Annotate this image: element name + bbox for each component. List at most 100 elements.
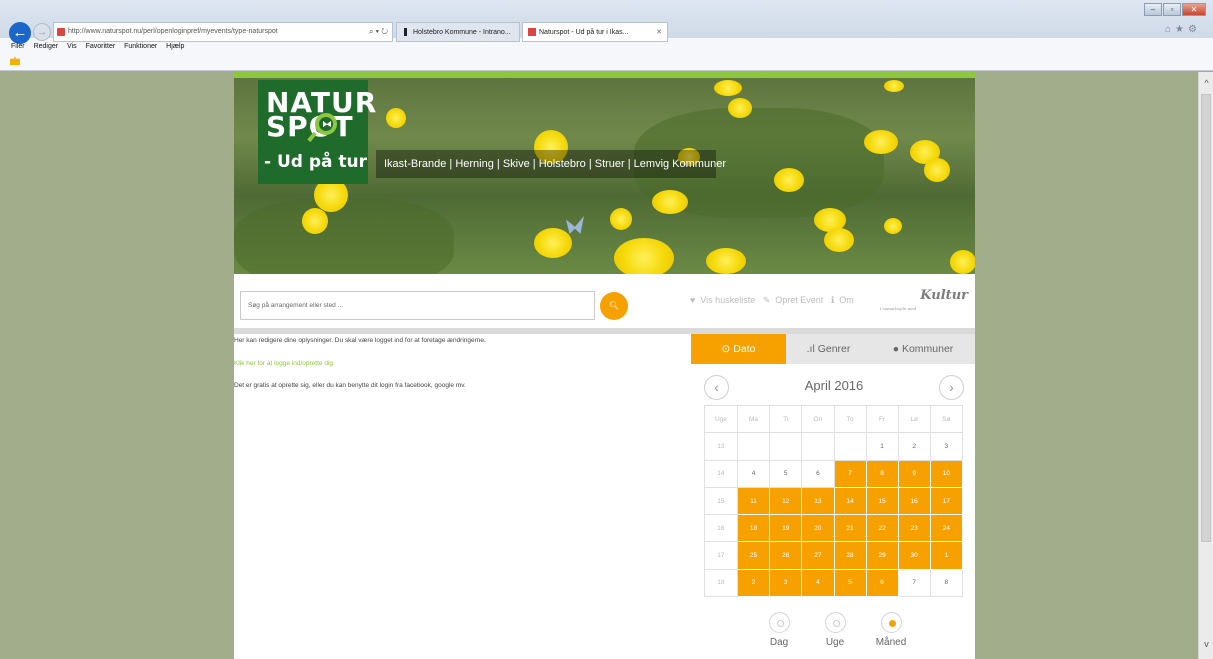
calendar-header: Ti xyxy=(769,404,803,434)
scroll-up-icon[interactable]: ^ xyxy=(1201,78,1212,88)
calendar-day[interactable]: 7 xyxy=(833,459,867,488)
forward-button[interactable]: → xyxy=(33,23,51,41)
calendar-day[interactable]: 1 xyxy=(929,541,964,570)
tab-genrer[interactable]: .ıl Genrer xyxy=(786,334,871,364)
calendar-day[interactable]: 10 xyxy=(929,459,964,488)
search-refresh-icon[interactable]: ⌕ ▾ ↻ xyxy=(369,23,388,41)
calendar-day[interactable]: 6 xyxy=(801,459,835,488)
calendar-day[interactable]: 24 xyxy=(929,514,964,543)
tab-dato[interactable]: ⊙ Dato xyxy=(691,334,786,364)
calendar-day[interactable]: 27 xyxy=(801,541,835,570)
site-favicon-icon xyxy=(57,28,65,36)
menu-bar: Filer Rediger Vis Favoritter Funktioner … xyxy=(0,40,1213,54)
calendar-day[interactable]: 16 xyxy=(897,486,931,516)
dandelion xyxy=(864,130,898,154)
maximize-button[interactable]: ▫ xyxy=(1163,3,1181,16)
view-maaned[interactable]: Måned xyxy=(866,612,916,648)
calendar-day[interactable]: 21 xyxy=(833,514,867,543)
kultur-tagline: i samarbejde med xyxy=(880,306,917,311)
view-dag[interactable]: Dag xyxy=(754,612,804,648)
radio-icon xyxy=(880,612,902,633)
calendar-day[interactable]: 3 xyxy=(769,568,803,598)
om-link[interactable]: Om xyxy=(839,295,854,305)
naturspot-logo[interactable]: NATUR SPOT - Ud på tur xyxy=(258,80,376,184)
calendar-week-row: 18 2 3 4 5 6 7 8 xyxy=(704,568,964,598)
calendar-day[interactable]: 28 xyxy=(833,541,867,570)
menu-hjaelp[interactable]: Hjælp xyxy=(166,43,184,50)
opret-event-link[interactable]: Opret Event xyxy=(775,295,823,305)
calendar-day[interactable]: 26 xyxy=(769,541,803,570)
favorites-star-icon[interactable] xyxy=(10,56,20,65)
menu-vis[interactable]: Vis xyxy=(67,43,77,50)
calendar-day[interactable]: 30 xyxy=(897,541,931,570)
calendar-day[interactable]: 5 xyxy=(833,568,867,598)
search-button[interactable]: 🔍︎ xyxy=(600,292,628,320)
minimize-button[interactable]: – xyxy=(1144,3,1162,16)
calendar-day[interactable]: 14 xyxy=(833,486,867,516)
calendar-day[interactable]: 18 xyxy=(736,514,771,543)
calendar-day[interactable]: 3 xyxy=(929,432,964,461)
address-url: http://www.naturspot.nu/perl/openloginpr… xyxy=(68,28,278,35)
browser-toolbar-icons[interactable]: ⌂★⚙ xyxy=(1165,24,1201,35)
huskeliste-link[interactable]: Vis huskeliste xyxy=(700,295,755,305)
next-month-button[interactable]: › xyxy=(939,375,964,400)
calendar-day[interactable]: 7 xyxy=(897,568,931,598)
month-title: April 2016 xyxy=(804,378,864,393)
week-number: 15 xyxy=(704,486,738,516)
hero-banner: NATUR SPOT - Ud på tur Ikast-Brande | He… xyxy=(234,78,975,274)
calendar-day[interactable]: 17 xyxy=(929,486,964,516)
dandelion xyxy=(884,218,902,234)
calendar-day[interactable]: 4 xyxy=(801,568,835,598)
calendar-day[interactable]: 29 xyxy=(865,541,899,570)
calendar-day[interactable]: 4 xyxy=(736,459,771,488)
calendar-day[interactable]: 8 xyxy=(929,568,964,598)
menu-filer[interactable]: Filer xyxy=(11,43,25,50)
calendar-day[interactable]: 22 xyxy=(865,514,899,543)
calendar-day[interactable]: 9 xyxy=(897,459,931,488)
view-uge[interactable]: Uge xyxy=(810,612,860,648)
menu-rediger[interactable]: Rediger xyxy=(34,43,59,50)
close-window-button[interactable]: ✕ xyxy=(1182,3,1206,16)
tab-kommuner[interactable]: ● Kommuner xyxy=(871,334,975,364)
search-input[interactable]: Søg på arrangement eller sted ... xyxy=(240,291,595,320)
view-uge-label: Uge xyxy=(825,637,845,648)
calendar-day[interactable]: 19 xyxy=(769,514,803,543)
scroll-down-icon[interactable]: v xyxy=(1201,639,1212,649)
calendar-day[interactable]: 20 xyxy=(801,514,835,543)
calendar-day[interactable]: 12 xyxy=(769,486,803,516)
browser-tab-intranet[interactable]: Holstebro Kommune - Intrano... xyxy=(396,22,520,42)
address-bar[interactable]: http://www.naturspot.nu/perl/openloginpr… xyxy=(53,22,393,42)
page-scrollbar[interactable]: ^ v xyxy=(1198,72,1213,659)
heart-icon: ♥ xyxy=(690,295,696,305)
calendar-day[interactable]: 11 xyxy=(736,486,771,516)
menu-funktioner[interactable]: Funktioner xyxy=(124,43,157,50)
browser-tab-naturspot[interactable]: Naturspot - Ud på tur i Ikas... ✕ xyxy=(522,22,668,42)
scroll-thumb[interactable] xyxy=(1201,94,1211,542)
month-navigation: ‹ April 2016 › xyxy=(704,375,964,401)
dandelion xyxy=(728,98,752,118)
calendar-day[interactable]: 23 xyxy=(897,514,931,543)
calendar-header-row: Uge Ma Ti On To Fr Lø Sø xyxy=(704,404,964,434)
calendar-day[interactable]: 6 xyxy=(865,568,899,598)
radio-icon xyxy=(768,612,790,633)
menu-favoritter[interactable]: Favoritter xyxy=(86,43,116,50)
week-number: 16 xyxy=(704,514,738,543)
calendar-day[interactable]: 5 xyxy=(769,459,803,488)
tab-label: Naturspot - Ud på tur i Ikas... xyxy=(539,29,629,36)
calendar-day[interactable]: 25 xyxy=(736,541,771,570)
calendar-day[interactable]: 2 xyxy=(736,568,771,598)
calendar-day xyxy=(801,432,835,461)
calendar-day[interactable]: 15 xyxy=(865,486,899,516)
calendar-day[interactable]: 8 xyxy=(865,459,899,488)
globe-icon: ● xyxy=(892,343,902,355)
login-link[interactable]: Klik her for at logge ind/oprette dig xyxy=(234,360,333,367)
grass-patch xyxy=(234,198,454,274)
dandelion xyxy=(924,158,950,182)
calendar-day[interactable]: 2 xyxy=(897,432,931,461)
dandelion xyxy=(884,80,904,92)
week-number: 17 xyxy=(704,541,738,570)
pencil-icon: ✎ xyxy=(762,295,771,305)
calendar-day[interactable]: 13 xyxy=(801,486,835,516)
calendar-day[interactable]: 1 xyxy=(865,432,899,461)
kultur-logo[interactable]: Kultur i samarbejde med xyxy=(880,288,968,318)
